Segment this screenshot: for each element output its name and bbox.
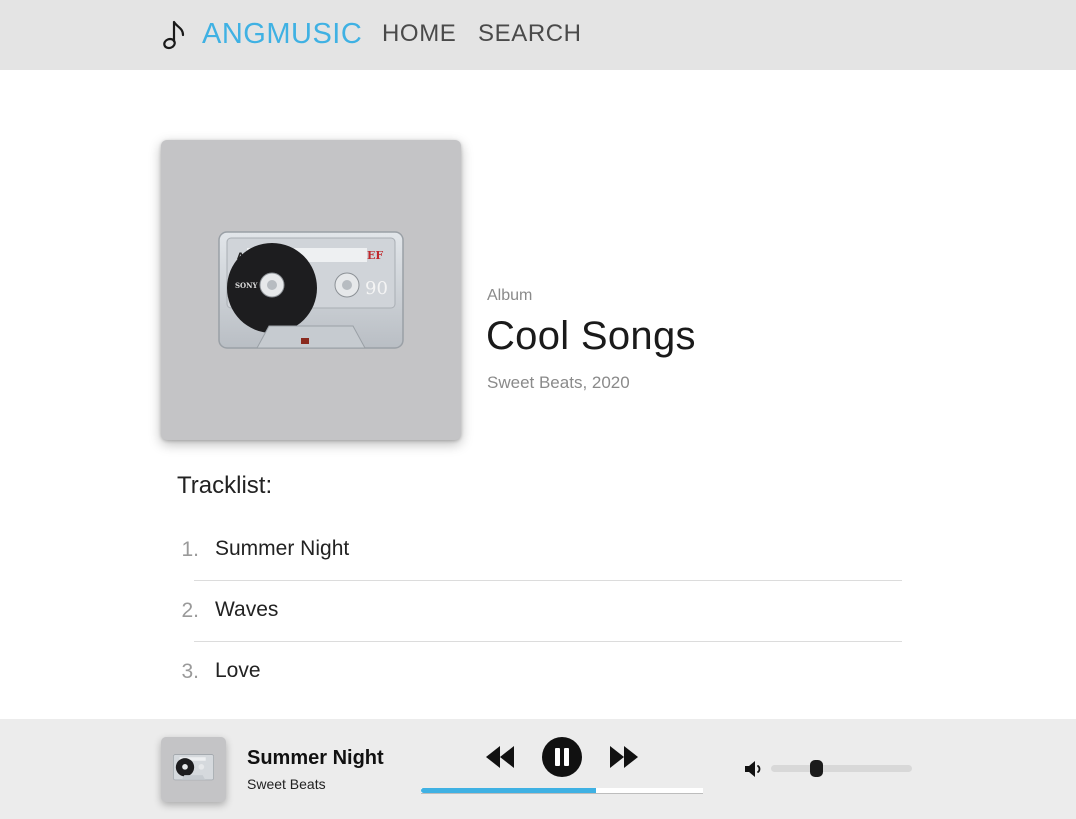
album-kind-label: Album — [487, 287, 533, 304]
playback-progress-fill — [421, 788, 596, 793]
volume-slider-thumb[interactable] — [810, 760, 824, 777]
album-artist-year: Sweet Beats, 2020 — [487, 373, 630, 392]
top-nav: ANGMUSIC HOME SEARCH — [0, 0, 1076, 70]
nav-home-link[interactable]: HOME — [382, 20, 456, 48]
album-cover: A EF SONY 90 — [161, 140, 461, 440]
track-title[interactable]: Waves — [215, 598, 278, 622]
track-row[interactable]: 1. Summer Night — [160, 520, 902, 581]
cassette-tape-image: A EF SONY 90 — [218, 231, 404, 349]
svg-text:EF: EF — [367, 249, 383, 262]
track-title[interactable]: Love — [215, 659, 261, 683]
svg-text:90: 90 — [365, 278, 388, 299]
track-title[interactable]: Summer Night — [215, 537, 349, 561]
pause-icon[interactable] — [541, 736, 583, 778]
brand-logo-link[interactable]: ANGMUSIC — [161, 17, 362, 53]
track-row[interactable]: 2. Waves — [160, 581, 902, 642]
tracklist-heading: Tracklist: — [177, 472, 273, 499]
track-number: 1. — [181, 538, 199, 561]
rewind-icon[interactable] — [485, 744, 515, 770]
track-row[interactable]: 3. Love — [160, 642, 902, 703]
fast-forward-icon[interactable] — [609, 744, 639, 770]
volume-icon[interactable] — [744, 760, 764, 778]
track-number: 3. — [181, 660, 199, 683]
brand-name[interactable]: ANGMUSIC — [202, 18, 362, 51]
track-number: 2. — [181, 599, 199, 622]
now-playing-title: Summer Night — [247, 747, 384, 769]
volume-slider[interactable] — [771, 760, 912, 777]
now-playing-cover — [161, 737, 226, 802]
playback-progress-bar[interactable] — [421, 788, 703, 794]
album-title: Cool Songs — [486, 314, 696, 358]
nav-search-link[interactable]: SEARCH — [478, 20, 582, 48]
player-bar: Summer Night Sweet Beats — [0, 719, 1076, 819]
music-note-icon — [163, 20, 185, 50]
cassette-tape-image — [173, 754, 214, 781]
now-playing-artist: Sweet Beats — [247, 776, 326, 792]
svg-text:SONY: SONY — [235, 281, 259, 290]
